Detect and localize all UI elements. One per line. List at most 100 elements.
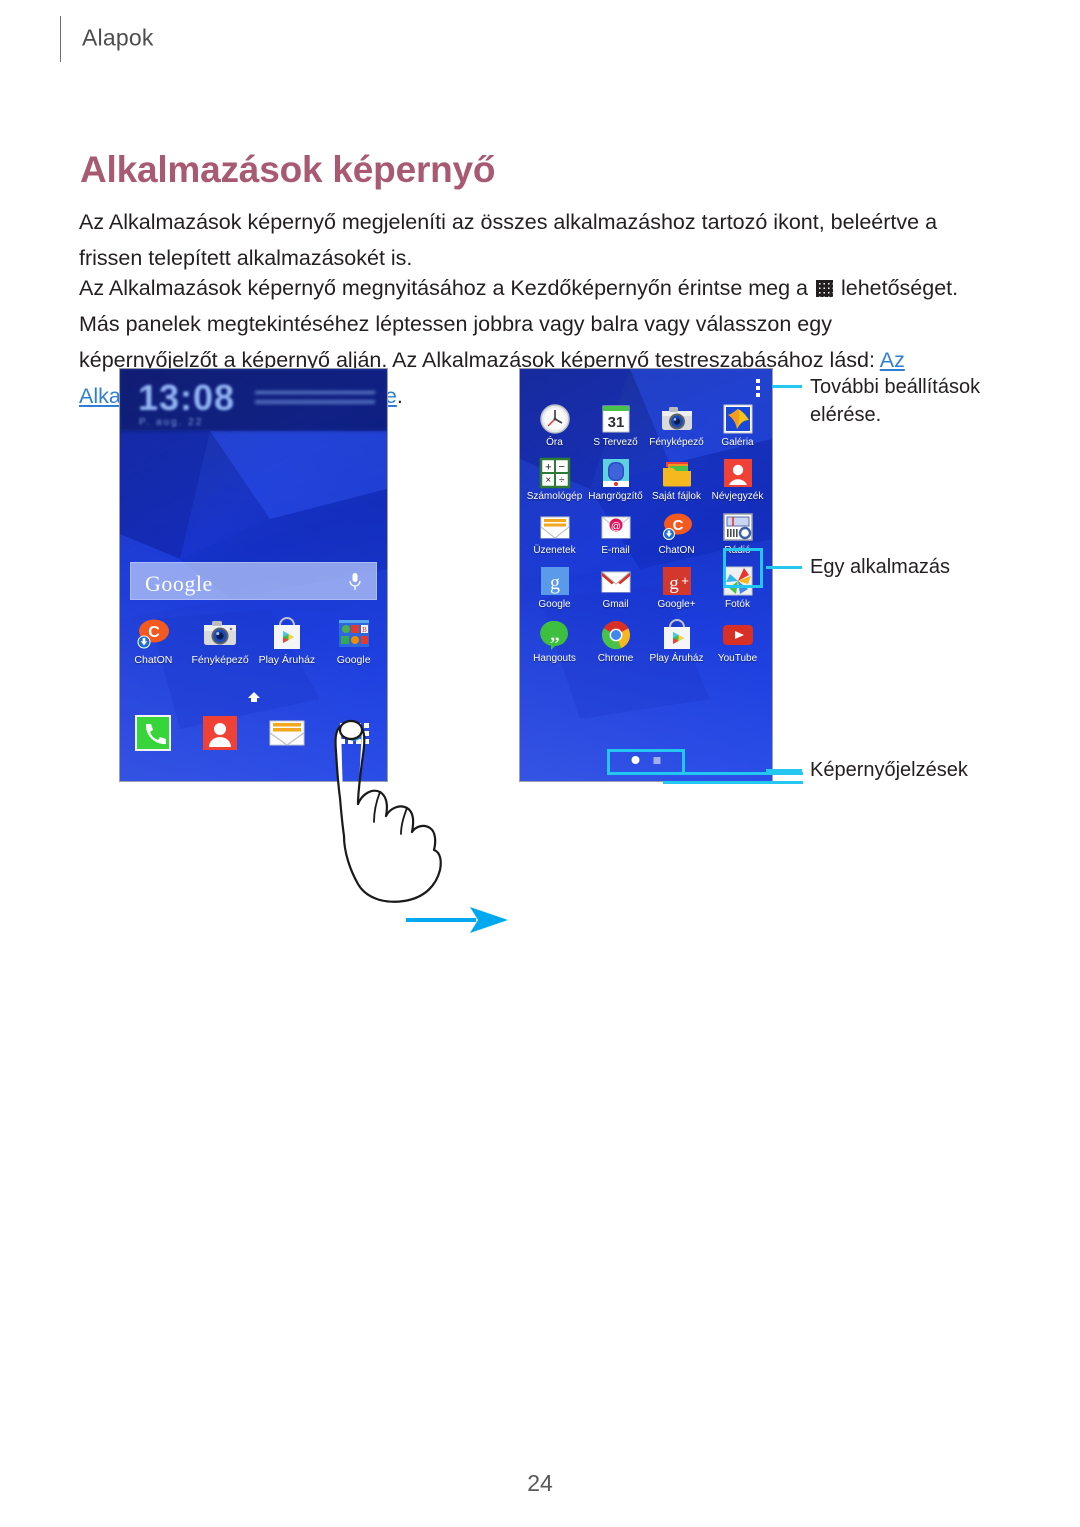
app-label: Gmail — [602, 599, 629, 610]
app-label: Google+ — [657, 599, 696, 610]
app-my-files[interactable]: Saját fájlok — [646, 457, 707, 502]
app-label: YouTube — [717, 653, 758, 664]
google-plus-icon: g + — [661, 565, 693, 597]
chrome-icon — [600, 619, 632, 651]
app-chaton[interactable]: C ChatON — [646, 511, 707, 556]
google-folder-icon: B — [337, 617, 371, 651]
svg-text:+: + — [681, 573, 689, 588]
messages-icon — [539, 511, 571, 543]
app-play-store[interactable]: Play Áruház — [646, 619, 707, 664]
app-label: Hangouts — [533, 653, 576, 664]
paragraph-intro: Az Alkalmazások képernyő megjeleníti az … — [79, 209, 938, 270]
app-hangouts[interactable]: ,, Hangouts — [524, 619, 585, 664]
clock-icon — [539, 403, 571, 435]
home-app-row: C ChatON Fényképező Play Áruház B Google — [120, 617, 387, 666]
app-label: Galéria — [721, 437, 754, 448]
gmail-icon — [600, 565, 632, 597]
paragraph-part-a: Az Alkalmazások képernyő megnyitásához a… — [79, 275, 814, 300]
app-label: Chrome — [597, 653, 634, 664]
page-title: Alkalmazások képernyő — [80, 148, 496, 190]
app-youtube[interactable]: YouTube — [707, 619, 768, 664]
app-label: ChatON — [658, 545, 695, 556]
app-s-planner[interactable]: 31 S Tervező — [585, 403, 646, 448]
my-files-icon — [661, 457, 693, 489]
google-icon: g — [539, 565, 571, 597]
chaton-icon: C — [136, 617, 170, 651]
app-label: Play Áruház — [258, 654, 316, 666]
home-app-chaton[interactable]: C ChatON — [120, 617, 187, 666]
dock-contacts[interactable] — [187, 714, 254, 752]
microphone-icon[interactable] — [348, 572, 362, 592]
svg-text:,,: ,, — [550, 624, 559, 644]
callout-single-app: Egy alkalmazás — [810, 556, 951, 578]
svg-text:B: B — [362, 626, 367, 634]
contacts-icon — [201, 714, 239, 752]
app-label: Fotók — [724, 599, 750, 610]
page-number: 24 — [527, 1470, 553, 1496]
flow-arrow-icon — [406, 907, 508, 933]
camera-icon — [661, 403, 693, 435]
dock-phone[interactable] — [120, 714, 187, 752]
callout-more-settings: További beállítások elérése. — [810, 376, 981, 426]
google-search-widget[interactable]: Google — [130, 562, 377, 600]
calendar-icon: 31 — [600, 403, 632, 435]
email-icon: @ — [600, 511, 632, 543]
radio-icon — [722, 511, 754, 543]
hangouts-icon: ,, — [539, 619, 571, 651]
app-label: S Tervező — [593, 437, 638, 448]
app-label: Fényképező — [649, 437, 704, 448]
header-divider — [60, 16, 61, 62]
app-label: Névjegyzék — [711, 491, 764, 502]
app-gmail[interactable]: Gmail — [585, 565, 646, 610]
app-camera[interactable]: Fényképező — [646, 403, 707, 448]
app-highlight-box — [723, 548, 763, 588]
app-label: Óra — [546, 437, 563, 448]
app-gallery[interactable]: Galéria — [707, 403, 768, 448]
svg-text:×: × — [545, 475, 551, 486]
app-clock[interactable]: Óra — [524, 403, 585, 448]
app-messages[interactable]: Üzenetek — [524, 511, 585, 556]
app-label: Saját fájlok — [652, 491, 701, 502]
weather-widget — [255, 391, 375, 411]
voice-recorder-icon — [600, 457, 632, 489]
play-store-icon — [661, 619, 693, 651]
home-app-play-store[interactable]: Play Áruház — [254, 617, 321, 666]
svg-text:@: @ — [610, 522, 620, 533]
svg-text:+: + — [545, 462, 551, 474]
callout-leader-more-settings — [772, 385, 802, 388]
hand-pointing-illustration — [334, 719, 442, 903]
camera-icon — [203, 617, 237, 651]
app-label: Play Áruház — [649, 653, 704, 664]
app-google[interactable]: g Google — [524, 565, 585, 610]
svg-text:g: g — [669, 573, 679, 594]
app-label: Fényképező — [191, 654, 249, 666]
more-options-icon[interactable] — [756, 379, 760, 400]
app-voice-recorder[interactable]: Hangrögzítő — [585, 457, 646, 502]
app-label: Üzenetek — [533, 545, 576, 556]
play-store-icon — [270, 617, 304, 651]
app-label: ChatON — [134, 654, 173, 666]
app-calculator[interactable]: + − × ÷ Számológép — [524, 457, 585, 502]
app-contacts[interactable]: Névjegyzék — [707, 457, 768, 502]
app-label: Google — [336, 654, 371, 666]
svg-text:÷: ÷ — [558, 475, 564, 486]
app-google-plus[interactable]: g + Google+ — [646, 565, 707, 610]
app-label: E-mail — [601, 545, 630, 556]
callout-leader-single-app — [766, 566, 802, 569]
app-label: Google — [538, 599, 571, 610]
svg-text:C: C — [149, 624, 161, 641]
app-label: Számológép — [526, 491, 583, 502]
home-app-camera[interactable]: Fényképező — [187, 617, 254, 666]
svg-text:g: g — [550, 572, 560, 594]
home-app-google-folder[interactable]: B Google — [320, 617, 387, 666]
callout-leader-bar-indicators — [663, 772, 803, 784]
google-wordmark: Google — [145, 571, 213, 596]
app-email[interactable]: @ E-mail — [585, 511, 646, 556]
callout-screen-indicators: Képernyőjelzések — [810, 759, 968, 781]
app-chrome[interactable]: Chrome — [585, 619, 646, 664]
svg-text:−: − — [558, 461, 564, 473]
phone-icon — [134, 714, 172, 752]
contacts-icon — [722, 457, 754, 489]
chapter-label: Alapok — [82, 24, 154, 51]
svg-text:31: 31 — [607, 414, 624, 431]
